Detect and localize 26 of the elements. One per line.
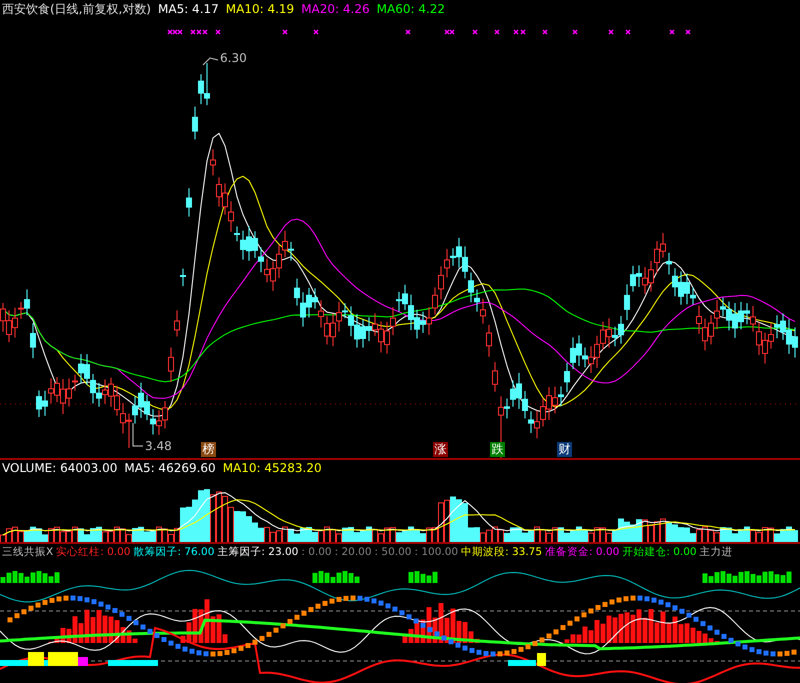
indicator-reading: 散筹因子: 76.00 <box>133 545 214 560</box>
volume-reading: MA10: 45283.20 <box>222 460 322 476</box>
indicator-reading: 三线共振X <box>2 545 54 560</box>
indicator-reading: : 50.00 <box>374 545 412 560</box>
moving-average-reading: MA20: 4.26 <box>301 0 370 17</box>
indicator-reading: : 0.00 <box>301 545 332 560</box>
indicator-reading: : 100.00 <box>414 545 458 560</box>
event-badge[interactable]: 榜 <box>201 442 216 457</box>
indicator-reading: 主筹因子: 23.00 <box>217 545 298 560</box>
chart-title: 西安饮食(日线,前复权,对数) <box>2 0 151 17</box>
event-badge[interactable]: 涨 <box>433 442 448 457</box>
moving-average-reading: MA5: 4.17 <box>158 0 219 17</box>
indicator-reading: 实心红柱: 0.00 <box>56 545 130 560</box>
indicator-reading: : 20.00 <box>334 545 372 560</box>
event-badge[interactable]: 跌 <box>490 442 505 457</box>
volume-reading: MA5: 46269.60 <box>124 460 216 476</box>
high-price-label: 6.30 <box>220 50 247 65</box>
indicator-reading: 主力进 <box>700 545 733 560</box>
low-price-label: 3.48 <box>145 438 172 453</box>
volume-reading: VOLUME: 64003.00 <box>2 460 118 476</box>
indicator-reading: 开始建仓: 0.00 <box>622 545 697 560</box>
indicator-reading: 中期波段: 33.75 <box>461 545 542 560</box>
moving-average-reading: MA10: 4.19 <box>226 0 294 17</box>
moving-average-reading: MA60: 4.22 <box>376 0 446 17</box>
indicator-reading: 准备资金: 0.00 <box>545 545 620 560</box>
event-badge[interactable]: 财 <box>557 442 572 457</box>
